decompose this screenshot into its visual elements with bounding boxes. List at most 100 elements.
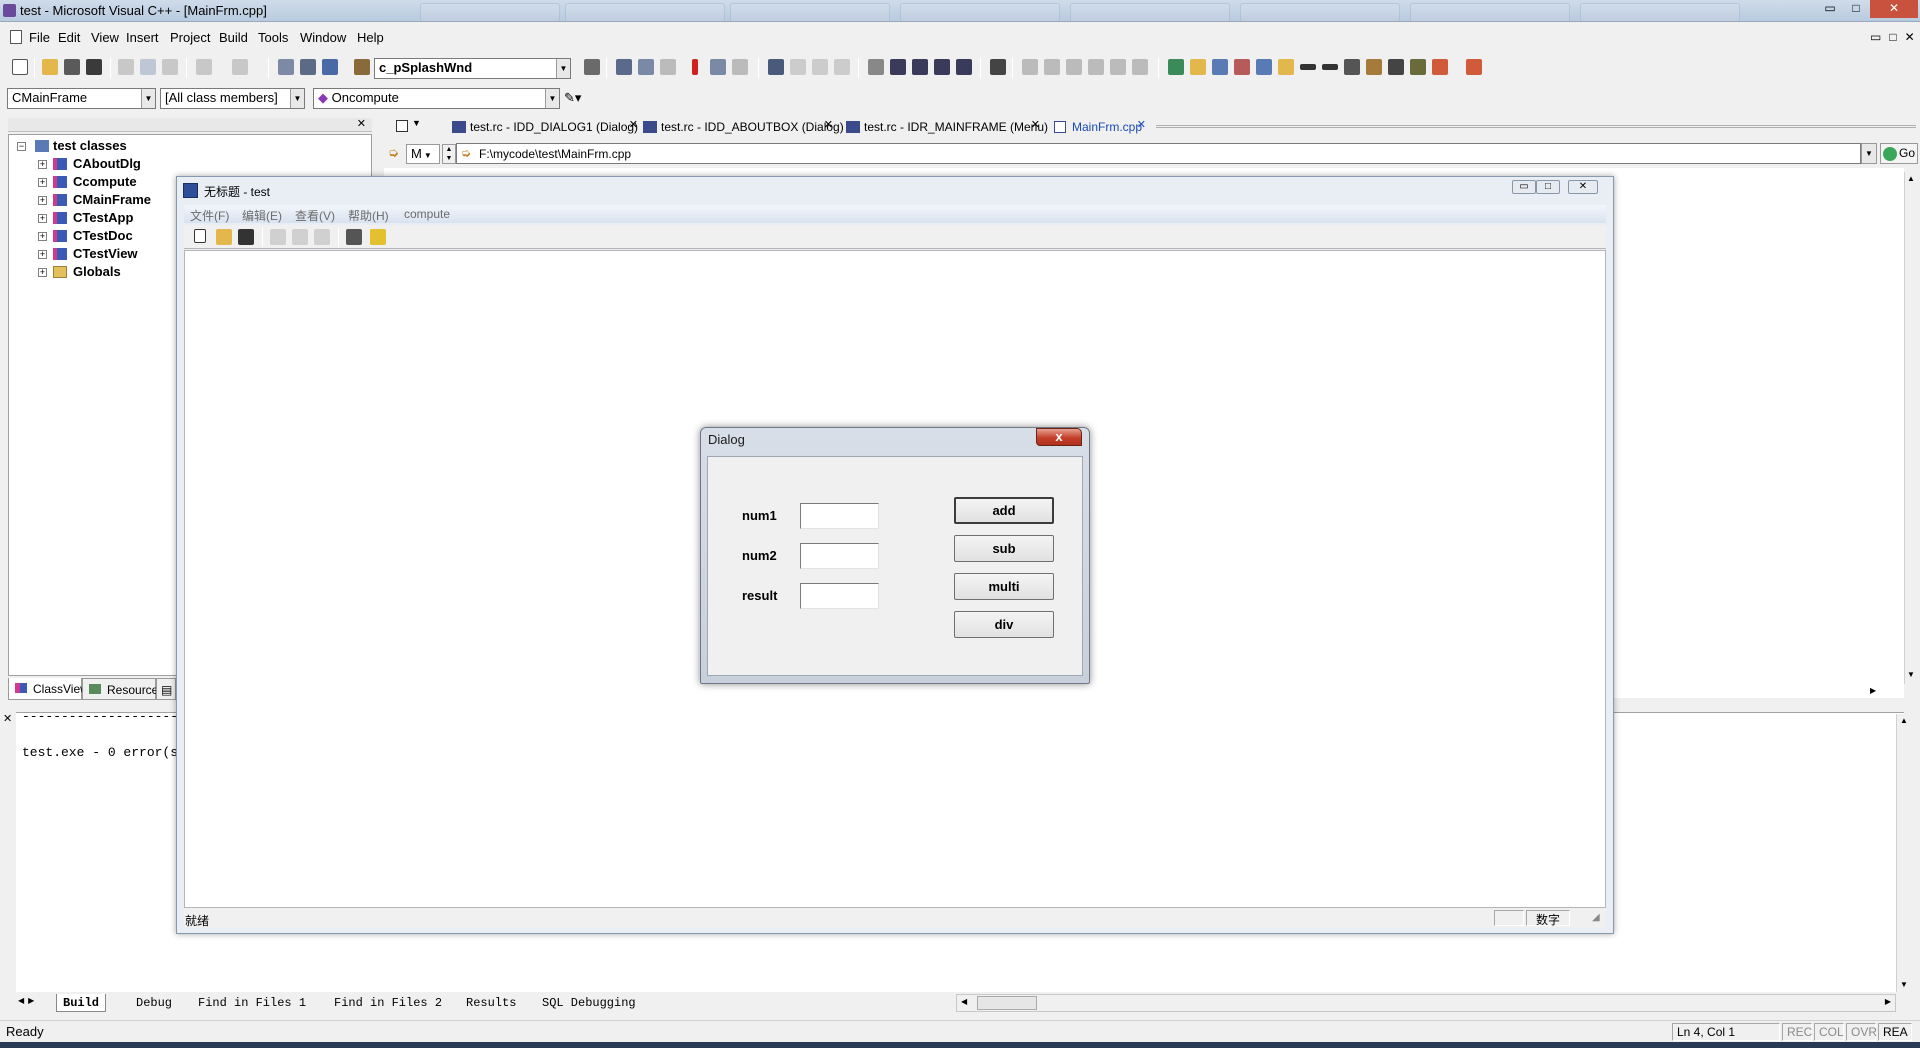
scroll-right-icon[interactable]: ▶ (1885, 997, 1891, 1006)
new-file-icon[interactable] (12, 59, 28, 75)
expand-icon[interactable]: + (38, 178, 47, 187)
browser-tab[interactable] (1410, 3, 1570, 21)
member-combo[interactable]: ◆ Oncompute ▼ (313, 88, 560, 109)
run-to-cursor-icon[interactable] (956, 59, 972, 75)
close-button[interactable]: ✕ (1870, 0, 1918, 18)
scroll-down-icon[interactable]: ▼ (1907, 670, 1915, 679)
open-folder-icon[interactable] (42, 59, 58, 75)
app-menu-file[interactable]: 文件(F) (190, 207, 229, 224)
menu-file[interactable]: File (29, 30, 50, 45)
registers-icon[interactable] (1066, 59, 1082, 75)
menu-window[interactable]: Window (300, 30, 346, 45)
tree-item-ctestdoc[interactable]: CTestDoc (73, 228, 133, 245)
multi-button[interactable]: multi (954, 573, 1054, 600)
debug-icon[interactable] (790, 59, 806, 75)
scroll-down-icon[interactable]: ▼ (1900, 980, 1908, 989)
workspace-icon[interactable] (278, 59, 294, 75)
num1-input[interactable] (800, 503, 879, 529)
num2-input[interactable] (800, 543, 879, 569)
scroll-thumb[interactable] (977, 996, 1037, 1010)
help-icon[interactable] (370, 229, 386, 245)
app-menu-help[interactable]: 帮助(H) (348, 207, 389, 224)
output-hscrollbar[interactable]: ◀ ▶ (956, 994, 1896, 1012)
cut-icon[interactable] (118, 59, 134, 75)
browser-tab[interactable] (1070, 3, 1230, 21)
sub-button[interactable]: sub (954, 535, 1054, 562)
step-icon[interactable] (868, 59, 884, 75)
function-icon[interactable] (1344, 59, 1360, 75)
tab-sql-debugging[interactable]: SQL Debugging (536, 994, 642, 1012)
app-minimize-button[interactable]: ▭ (1512, 180, 1536, 194)
arrow-left-icon[interactable] (1300, 64, 1316, 70)
scroll-left-icon[interactable]: ◀ (961, 997, 967, 1006)
chevron-down-icon[interactable]: ▼ (141, 89, 155, 108)
chevron-down-icon[interactable]: ▼ (545, 89, 559, 108)
app-menu-view[interactable]: 查看(V) (295, 207, 335, 224)
windows-icon[interactable] (322, 59, 338, 75)
browser-tab[interactable] (730, 3, 890, 21)
result-input[interactable] (800, 583, 879, 609)
scroll-up-icon[interactable]: ▲ (1900, 716, 1908, 725)
spin-control[interactable]: ▲ ▼ (442, 144, 456, 164)
save-all-icon[interactable] (86, 59, 102, 75)
find-combo[interactable]: c_pSplashWnd ▼ (374, 58, 571, 79)
copy-icon[interactable] (140, 59, 156, 75)
help-tool-icon[interactable] (1466, 59, 1482, 75)
go-icon[interactable] (710, 59, 726, 75)
memory-icon[interactable] (1088, 59, 1104, 75)
copy-icon[interactable] (292, 229, 308, 245)
wizard-action-icon[interactable]: ✎▾ (564, 90, 581, 106)
debug-icon[interactable] (812, 59, 828, 75)
menu-project[interactable]: Project (170, 30, 210, 45)
tab-build[interactable]: Build (56, 994, 107, 1012)
cut-icon[interactable] (270, 229, 286, 245)
redo-icon[interactable] (232, 59, 248, 75)
add-button[interactable]: add (954, 497, 1054, 524)
tab-resourceview[interactable]: Resource (82, 678, 158, 700)
tab-idd-dialog1[interactable]: test.rc - IDD_DIALOG1 (Dialog) ✕ (450, 117, 638, 137)
disassembly-icon[interactable] (1132, 59, 1148, 75)
close-icon[interactable]: ✕ (629, 118, 638, 131)
div-button[interactable]: div (954, 611, 1054, 638)
spell-check-icon[interactable] (1410, 59, 1426, 75)
folder-icon[interactable] (1190, 59, 1206, 75)
expand-icon[interactable]: + (38, 268, 47, 277)
browser-tab[interactable] (1240, 3, 1400, 21)
editor-scrollbar[interactable]: ▲ ▼ (1904, 172, 1920, 684)
save-icon[interactable] (238, 229, 254, 245)
close-icon[interactable]: ✕ (357, 117, 366, 130)
undo-icon[interactable] (196, 59, 212, 75)
member-icon[interactable] (1256, 59, 1272, 75)
tab-debug[interactable]: Debug (130, 994, 178, 1012)
paste-icon[interactable] (162, 59, 178, 75)
step-over-icon[interactable] (912, 59, 928, 75)
tree-root[interactable]: test classes (53, 138, 127, 155)
expand-icon[interactable]: + (38, 196, 47, 205)
tab-mainfrm-cpp[interactable]: MainFrm.cpp ✕ (1052, 117, 1146, 137)
step-into-icon[interactable] (890, 59, 906, 75)
watch-icon[interactable] (1022, 59, 1038, 75)
app-maximize-button[interactable]: □ (1536, 180, 1560, 194)
bookmark-icon[interactable] (1278, 59, 1294, 75)
tab-classview[interactable]: ClassView (8, 678, 89, 700)
maximize-button[interactable]: □ (1844, 0, 1868, 18)
quickwatch-icon[interactable] (990, 59, 1006, 75)
close-icon[interactable]: ✕ (1137, 118, 1146, 131)
find-in-files-icon[interactable] (354, 59, 370, 75)
tab-results[interactable]: Results (460, 994, 522, 1012)
menu-view[interactable]: View (91, 30, 119, 45)
browser-tab[interactable] (1580, 3, 1740, 21)
tree-item-ccompute[interactable]: Ccompute (73, 174, 137, 191)
arrow-right-icon[interactable] (1322, 64, 1338, 70)
menu-insert[interactable]: Insert (126, 30, 159, 45)
output-scrollbar[interactable]: ▲ ▼ (1896, 714, 1912, 992)
variables-icon[interactable] (1044, 59, 1060, 75)
menu-build[interactable]: Build (219, 30, 248, 45)
class-icon[interactable] (1212, 59, 1228, 75)
mdi-controls[interactable]: ▭□✕ (1870, 30, 1920, 44)
app-menu-compute[interactable]: compute (404, 207, 450, 221)
step-out-icon[interactable] (934, 59, 950, 75)
chevron-down-icon[interactable]: ▼ (290, 89, 304, 108)
expand-icon[interactable]: + (38, 214, 47, 223)
open-icon[interactable] (216, 229, 232, 245)
